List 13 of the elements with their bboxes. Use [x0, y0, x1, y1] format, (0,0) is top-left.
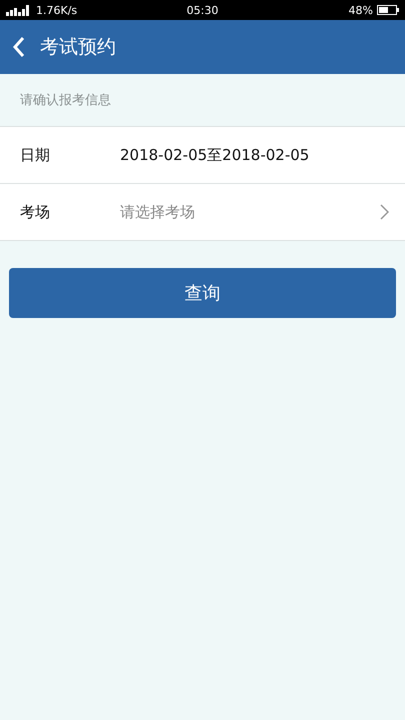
query-button[interactable]: 查询 [9, 268, 396, 318]
page-title: 考试预约 [40, 35, 116, 60]
field-label: 考场 [20, 202, 51, 222]
status-time: 05:30 [186, 4, 218, 16]
field-label: 日期 [20, 146, 51, 164]
battery-icon [376, 5, 399, 15]
date-range: 2018-02-05至2018-02-05 [120, 146, 310, 164]
signal-icon [6, 4, 32, 16]
chevron-right-icon [380, 204, 389, 220]
back-icon[interactable] [12, 36, 26, 58]
venue-select[interactable]: 请选择考场 [120, 203, 380, 221]
battery-percent: 48% [348, 4, 373, 16]
network-speed: 1.76K/s [36, 4, 78, 16]
